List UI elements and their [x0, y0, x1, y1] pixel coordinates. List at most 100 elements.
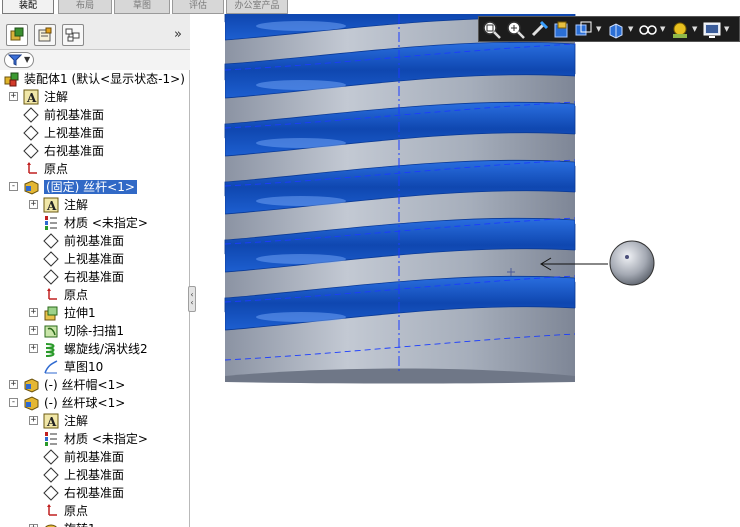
tree-node[interactable]: 上视基准面	[0, 250, 190, 268]
chevron-down-icon[interactable]: ▼	[660, 25, 665, 33]
tree-label: 右视基准面	[64, 486, 125, 500]
plane-icon	[43, 449, 59, 465]
tree-label: 材质 <未指定>	[64, 216, 148, 230]
collapse-icon[interactable]: -	[9, 398, 18, 407]
tree-node[interactable]: 材质 <未指定>	[0, 214, 190, 232]
tree-node[interactable]: 原点	[0, 502, 190, 520]
expand-icon[interactable]: +	[9, 92, 18, 101]
tree-node[interactable]: + A 注解	[0, 196, 190, 214]
tree-node[interactable]: 右视基准面	[0, 484, 190, 502]
left-thread-profile	[217, 22, 225, 344]
display-style-icon	[609, 23, 623, 39]
tab-office-products[interactable]: 办公室产品	[226, 0, 288, 14]
tree-node[interactable]: + 拉伸1	[0, 304, 190, 322]
expand-icon[interactable]: +	[29, 308, 38, 317]
tree-node[interactable]: + A 注解	[0, 88, 190, 106]
tree-label: 前视基准面	[64, 234, 125, 248]
tree-node[interactable]: + 螺旋线/涡状线2	[0, 340, 190, 358]
property-manager-icon	[38, 27, 52, 42]
tree-label: 注解	[44, 90, 69, 104]
previous-view-button[interactable]	[529, 19, 551, 41]
tree-node[interactable]: 前视基准面	[0, 232, 190, 250]
view-settings-button[interactable]	[701, 19, 723, 41]
plane-icon	[23, 107, 39, 123]
tree-label: 原点	[64, 288, 89, 302]
tab-layout[interactable]: 布局	[58, 0, 112, 14]
hide-show-items-icon	[639, 25, 657, 35]
chevron-down-icon[interactable]: ▼	[724, 25, 729, 33]
tree-label: 上视基准面	[64, 252, 125, 266]
tree-label: 原点	[64, 504, 89, 518]
tab-sketch[interactable]: 草图	[114, 0, 170, 14]
chevron-down-icon[interactable]: ▼	[596, 25, 601, 33]
tree-label: (-) 丝杆帽<1>	[44, 378, 126, 392]
tree-node[interactable]: + A 注解	[0, 412, 190, 430]
svg-text:A: A	[46, 199, 57, 213]
tree-node[interactable]: 原点	[0, 286, 190, 304]
tree-node[interactable]: 材质 <未指定>	[0, 430, 190, 448]
tree-root-assembly[interactable]: 装配体1 (默认<显示状态-1>)	[0, 70, 190, 88]
zoom-area-icon	[507, 21, 525, 39]
hide-show-items-button[interactable]	[637, 19, 659, 41]
property-manager-tab[interactable]	[34, 24, 56, 46]
tree-label: 螺旋线/涡状线2	[64, 342, 148, 356]
part-icon	[24, 180, 39, 195]
tree-node[interactable]: 上视基准面	[0, 124, 190, 142]
ball-component[interactable]	[609, 240, 655, 286]
plane-icon	[43, 269, 59, 285]
tree-node[interactable]: + (-) 丝杆帽<1>	[0, 376, 190, 394]
plane-icon	[43, 233, 59, 249]
expand-icon[interactable]: +	[9, 380, 18, 389]
tree-node[interactable]: 前视基准面	[0, 448, 190, 466]
configuration-manager-tab[interactable]	[62, 24, 84, 46]
view-orientation-button[interactable]	[573, 19, 595, 41]
filter-funnel-icon	[8, 54, 22, 66]
collapse-icon[interactable]: -	[9, 182, 18, 191]
tree-node[interactable]: + 切除-扫描1	[0, 322, 190, 340]
expand-icon[interactable]: +	[29, 326, 38, 335]
tree-node[interactable]: - (固定) 丝杆<1>	[0, 178, 190, 196]
tree-node[interactable]: - (-) 丝杆球<1>	[0, 394, 190, 412]
command-manager-tabs: 装配 布局 草图 评估 办公室产品	[0, 0, 740, 14]
chevron-down-icon[interactable]: ▼	[628, 25, 633, 33]
tree-node[interactable]: 草图10	[0, 358, 190, 376]
origin-icon	[27, 162, 37, 174]
tree-label: 上视基准面	[64, 468, 125, 482]
feature-tree: 装配体1 (默认<显示状态-1>) + A 注解 前视基准面 上视基准面 右视基准面 原点 -…	[0, 70, 190, 527]
filter-row: ▼	[0, 50, 190, 70]
expand-icon[interactable]: +	[29, 416, 38, 425]
plane-icon	[43, 485, 59, 501]
manager-pane: » ▼ 装配体1 (默认<显示状态-1>) + A 注解 前视基准面 上视基准面 右视基准…	[0, 14, 190, 527]
tree-node[interactable]: 原点	[0, 160, 190, 178]
expand-icon[interactable]: +	[29, 200, 38, 209]
part-icon	[24, 396, 39, 411]
tree-node[interactable]: +旋转1	[0, 520, 190, 527]
view-settings-icon	[703, 22, 721, 38]
tab-evaluate[interactable]: 评估	[172, 0, 224, 14]
expand-icon[interactable]: +	[29, 344, 38, 353]
graphics-area[interactable]: ▼ ▼ ▼ ▼ ▼	[191, 14, 740, 527]
tab-assembly[interactable]: 装配	[2, 0, 54, 14]
feature-manager-tab[interactable]	[6, 24, 28, 46]
tree-label: 旋转1	[64, 522, 96, 527]
more-tabs-chevron-icon[interactable]: »	[174, 27, 182, 42]
tree-label: 装配体1 (默认<显示状态-1>)	[24, 72, 185, 86]
tree-label: 原点	[44, 162, 69, 176]
sketch-icon	[44, 360, 58, 374]
section-view-button[interactable]	[551, 19, 573, 41]
zoom-to-fit-button[interactable]	[481, 19, 503, 41]
edit-appearance-button[interactable]	[669, 19, 691, 41]
tree-node[interactable]: 前视基准面	[0, 106, 190, 124]
tree-node[interactable]: 右视基准面	[0, 142, 190, 160]
tree-node[interactable]: 右视基准面	[0, 268, 190, 286]
tree-label: (固定) 丝杆<1>	[44, 180, 137, 194]
chevron-down-icon[interactable]: ▼	[692, 25, 697, 33]
tree-filter-button[interactable]: ▼	[4, 52, 34, 68]
annotation-icon: A	[43, 197, 59, 213]
zoom-area-button[interactable]	[505, 19, 527, 41]
tree-label: 注解	[64, 414, 89, 428]
tree-label: 前视基准面	[44, 108, 105, 122]
tree-node[interactable]: 上视基准面	[0, 466, 190, 484]
display-style-button[interactable]	[605, 19, 627, 41]
helix-icon	[45, 343, 55, 357]
